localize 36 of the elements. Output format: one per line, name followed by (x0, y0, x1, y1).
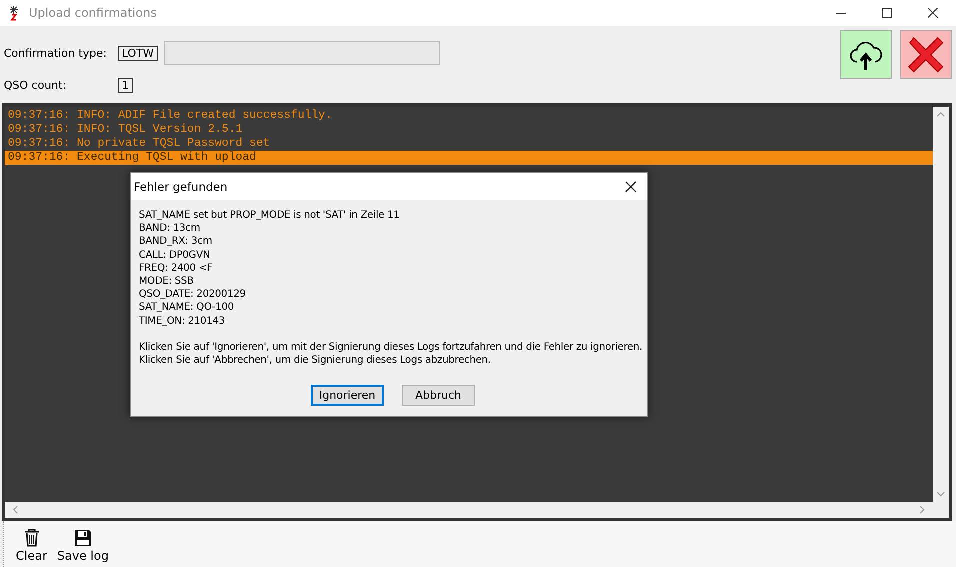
log-line[interactable]: 09:37:16: INFO: TQSL Version 2.5.1 (5, 123, 933, 137)
qso-count-label: QSO count: (4, 79, 68, 92)
instruction-text: Klicken Sie auf 'Ignorieren', um mit der Signierung dieses Logs fortzufahren und die Fehler zu ignorieren. (139, 340, 644, 354)
close-icon[interactable] (928, 8, 938, 18)
confirmation-type-label: Confirmation type: (4, 46, 108, 60)
dialog-button[interactable]: Ignorieren (311, 385, 384, 406)
app-icon (7, 5, 21, 21)
error-detail: BAND_RX: 3cm (139, 235, 214, 249)
error-detail: SAT_NAME set but PROP_MODE is not 'SAT' in Zeile 11 (139, 209, 401, 222)
cancel-button[interactable] (900, 30, 952, 79)
upload-button[interactable] (840, 30, 892, 79)
error-detail: QSO_DATE: 20200129 (139, 288, 247, 302)
scroll-left-icon[interactable] (13, 506, 18, 514)
scroll-down-icon[interactable] (937, 492, 945, 497)
dialog-title: Fehler gefunden (134, 180, 228, 194)
confirmation-type-value: LOTW (118, 46, 158, 60)
input-field[interactable] (164, 41, 440, 65)
qso-count-value: 1 (118, 78, 133, 93)
clear-button[interactable]: Clear (14, 529, 50, 563)
dialog-button[interactable]: Abbruch (402, 385, 475, 406)
scroll-right-icon[interactable] (920, 506, 925, 514)
instruction-text: Klicken Sie auf 'Abbrechen', um die Signierung dieses Logs abzubrechen. (139, 354, 492, 368)
error-detail: TIME_ON: 210143 (139, 314, 226, 328)
save-log-button[interactable]: Save log (55, 529, 111, 563)
error-detail: BAND: 13cm (139, 222, 202, 236)
scroll-up-icon[interactable] (937, 112, 945, 117)
trash-icon (24, 529, 40, 547)
error-detail: FREQ: 2400 <F (139, 262, 214, 276)
error-detail: SAT_NAME: QO-100 (139, 301, 236, 315)
maximize-icon[interactable] (882, 8, 892, 18)
close-icon[interactable] (625, 180, 637, 192)
error-detail: MODE: SSB (139, 275, 195, 288)
error-detail: CALL: DP0GVN (139, 248, 212, 262)
log-line[interactable]: 09:37:16: No private TQSL Password set (5, 137, 933, 151)
log-line[interactable]: 09:37:16: INFO: ADIF File created successfully. (5, 109, 933, 123)
window-title: Upload confirmations (29, 6, 157, 20)
